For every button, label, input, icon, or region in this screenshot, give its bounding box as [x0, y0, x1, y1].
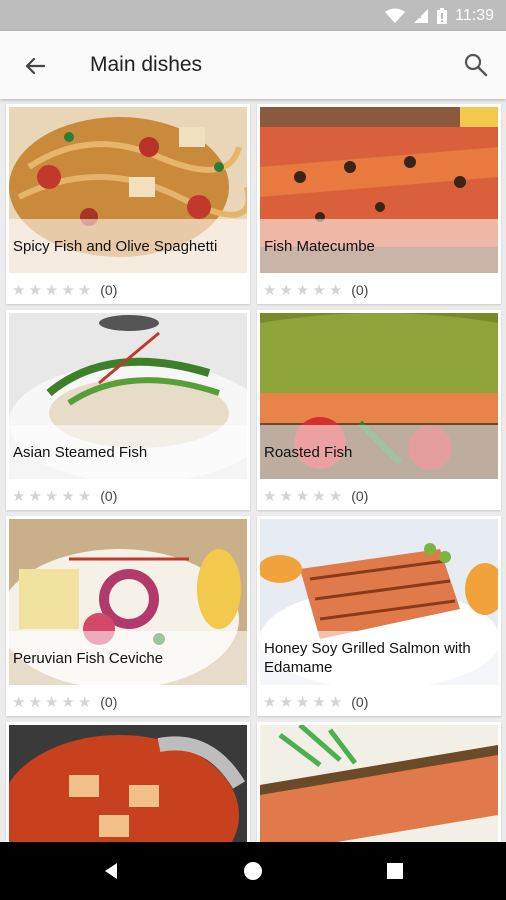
recipe-grid[interactable]: Spicy Fish and Olive Spaghetti ★ ★ ★ ★ ★ (0)… — [0, 99, 506, 842]
star-icon: ★ — [312, 693, 326, 711]
star-icon: ★ — [28, 693, 42, 711]
system-nav-bar — [0, 842, 506, 900]
star-icon: ★ — [77, 693, 92, 711]
star-icon: ★ — [44, 487, 59, 505]
recipe-image: Asian Steamed Fish — [9, 313, 247, 479]
rating: ★ ★ ★ ★ ★ (0) — [12, 281, 117, 299]
recipe-card[interactable]: Honey Soy Grilled Salmon with Edamame ★ ★… — [257, 516, 501, 716]
rating: ★ ★ ★ ★ ★ (0) — [12, 693, 117, 711]
star-icon: ★ — [28, 487, 42, 505]
recipe-title: Fish Matecumbe — [260, 219, 498, 273]
recipe-card[interactable]: Roasted Fish ★ ★ ★ ★ ★ (0) — [257, 310, 501, 510]
back-nav-icon[interactable] — [101, 861, 121, 881]
recipe-card[interactable] — [257, 722, 501, 842]
star-icon: ★ — [61, 487, 75, 505]
recipe-image: Spicy Fish and Olive Spaghetti — [9, 107, 247, 273]
rating-count: (0) — [100, 694, 118, 710]
recipe-title: Roasted Fish — [260, 425, 498, 479]
star-icon: ★ — [77, 487, 92, 505]
recipe-image: Roasted Fish — [260, 313, 498, 479]
recipe-image — [260, 725, 498, 842]
star-icon: ★ — [263, 693, 277, 711]
recipe-title: Asian Steamed Fish — [9, 425, 247, 479]
rating: ★ ★ ★ ★ ★ (0) — [263, 693, 368, 711]
recipe-card[interactable]: Peruvian Fish Ceviche ★ ★ ★ ★ ★ (0) — [6, 516, 250, 716]
star-icon: ★ — [61, 693, 75, 711]
home-nav-icon[interactable] — [243, 861, 263, 881]
star-icon: ★ — [328, 487, 343, 505]
recipe-image: Honey Soy Grilled Salmon with Edamame — [260, 519, 498, 685]
star-icon: ★ — [263, 487, 277, 505]
star-icon: ★ — [263, 281, 277, 299]
recipe-image: Peruvian Fish Ceviche — [9, 519, 247, 685]
rating-count: (0) — [100, 282, 118, 298]
star-icon: ★ — [295, 693, 310, 711]
star-icon: ★ — [279, 693, 293, 711]
star-icon: ★ — [12, 693, 26, 711]
arrow-back-icon — [25, 57, 46, 75]
star-icon: ★ — [312, 487, 326, 505]
rating: ★ ★ ★ ★ ★ (0) — [263, 487, 368, 505]
star-icon: ★ — [295, 281, 310, 299]
star-icon: ★ — [44, 281, 59, 299]
star-icon: ★ — [328, 693, 343, 711]
back-button[interactable] — [20, 51, 50, 81]
recipe-card[interactable]: Asian Steamed Fish ★ ★ ★ ★ ★ (0) — [6, 310, 250, 510]
recipe-card[interactable] — [6, 722, 250, 842]
star-icon: ★ — [12, 487, 26, 505]
search-button[interactable] — [462, 51, 490, 79]
star-icon: ★ — [295, 487, 310, 505]
recipe-title: Honey Soy Grilled Salmon with Edamame — [260, 631, 498, 685]
page-title: Main dishes — [90, 53, 203, 76]
star-icon: ★ — [312, 281, 326, 299]
recipe-card[interactable]: Spicy Fish and Olive Spaghetti ★ ★ ★ ★ ★ (0) — [6, 104, 250, 304]
battery-icon — [437, 7, 448, 24]
recipe-image — [9, 725, 247, 842]
rating: ★ ★ ★ ★ ★ (0) — [263, 281, 368, 299]
star-icon: ★ — [328, 281, 343, 299]
rating-count: (0) — [351, 282, 369, 298]
status-bar: 11:39 — [0, 0, 506, 31]
clock: 11:39 — [455, 6, 494, 24]
recipe-image: Fish Matecumbe — [260, 107, 498, 273]
star-icon: ★ — [279, 487, 293, 505]
star-icon: ★ — [61, 281, 75, 299]
star-icon: ★ — [44, 693, 59, 711]
star-icon: ★ — [279, 281, 293, 299]
recipe-title: Spicy Fish and Olive Spaghetti — [9, 219, 247, 273]
rating-count: (0) — [100, 488, 118, 504]
recents-nav-icon[interactable] — [386, 862, 404, 880]
recipe-title: Peruvian Fish Ceviche — [9, 631, 247, 685]
star-icon: ★ — [77, 281, 92, 299]
rating-count: (0) — [351, 694, 369, 710]
status-icons: 11:39 — [385, 0, 494, 31]
star-icon: ★ — [12, 281, 26, 299]
signal-icon — [414, 8, 429, 23]
wifi-icon — [385, 8, 406, 23]
search-icon — [464, 53, 488, 77]
rating-count: (0) — [351, 488, 369, 504]
star-icon: ★ — [28, 281, 42, 299]
app-bar: Main dishes — [0, 31, 506, 99]
recipe-card[interactable]: Fish Matecumbe ★ ★ ★ ★ ★ (0) — [257, 104, 501, 304]
rating: ★ ★ ★ ★ ★ (0) — [12, 487, 117, 505]
